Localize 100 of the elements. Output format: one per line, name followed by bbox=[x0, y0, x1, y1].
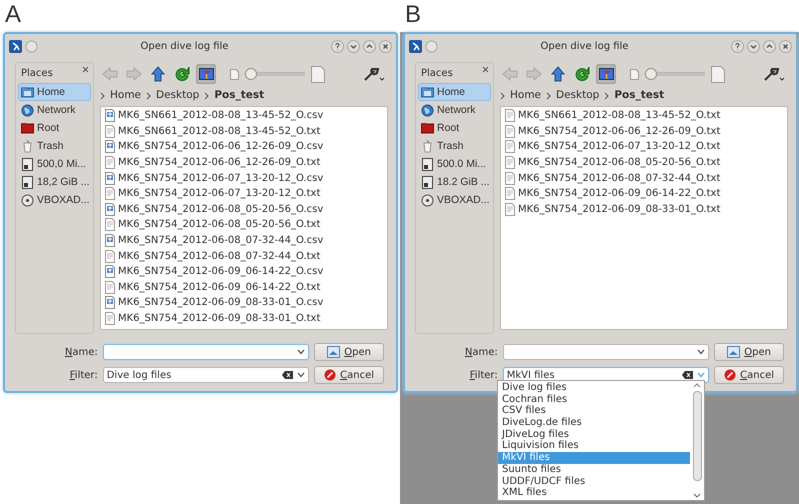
breadcrumb-item[interactable]: Pos_test bbox=[614, 88, 664, 104]
minimize-icon[interactable] bbox=[347, 40, 360, 52]
up-button[interactable] bbox=[548, 64, 568, 84]
places-item[interactable]: 500.0 Mi... bbox=[418, 155, 491, 173]
breadcrumb-item[interactable]: Pos_test bbox=[214, 88, 264, 104]
caret-icon bbox=[297, 372, 306, 378]
up-button[interactable] bbox=[148, 64, 168, 84]
file-item[interactable]: MK6_SN754_2012-06-09_08-33-01_O.txt bbox=[118, 311, 320, 326]
places-item[interactable]: VBOXAD... bbox=[18, 191, 91, 209]
field-label: Name: bbox=[464, 346, 498, 360]
close-icon[interactable] bbox=[82, 66, 89, 73]
name-field[interactable] bbox=[102, 344, 310, 360]
file-item[interactable]: MK6_SN754_2012-06-09_06-14-22_O.csv bbox=[118, 264, 324, 280]
file-item[interactable]: MK6_SN754_2012-06-09_08-33-01_O.txt bbox=[518, 202, 720, 217]
open-button[interactable]: Open bbox=[714, 343, 784, 361]
preview-toggle[interactable] bbox=[596, 64, 616, 84]
app-icon bbox=[409, 40, 422, 52]
places-item[interactable]: Root bbox=[18, 119, 91, 137]
cancel-button[interactable]: Cancel bbox=[314, 366, 384, 384]
text-file-icon bbox=[504, 156, 515, 170]
cancel-button[interactable]: Cancel bbox=[714, 366, 784, 384]
breadcrumb-item[interactable]: Home bbox=[510, 88, 542, 104]
drive-icon bbox=[421, 176, 434, 188]
file-item[interactable]: MK6_SN754_2012-06-09_06-14-22_O.txt bbox=[118, 280, 320, 295]
dropdown-option[interactable]: JDiveLog files bbox=[498, 428, 690, 440]
breadcrumb-item[interactable]: Desktop bbox=[556, 88, 600, 104]
window-title: Open dive log file bbox=[540, 40, 630, 54]
trash-icon bbox=[21, 140, 34, 152]
large-page-icon bbox=[711, 66, 725, 82]
caret-icon bbox=[697, 372, 706, 378]
dropdown-option[interactable]: UDDF/UDCF files bbox=[498, 476, 690, 488]
places-item[interactable]: Trash bbox=[418, 137, 491, 155]
file-item[interactable]: MK6_SN754_2012-06-08_07-32-44_O.txt bbox=[518, 170, 720, 186]
scrollbar[interactable] bbox=[690, 381, 704, 500]
small-page-icon bbox=[230, 68, 239, 80]
file-item[interactable]: MK6_SN754_2012-06-06_12-26-09_O.txt bbox=[518, 124, 720, 139]
cancel-icon bbox=[324, 369, 336, 381]
maximize-icon[interactable] bbox=[363, 40, 376, 52]
chevron-icon bbox=[546, 92, 552, 100]
maximize-icon[interactable] bbox=[763, 40, 776, 52]
clear-icon[interactable] bbox=[682, 371, 694, 379]
help-icon[interactable] bbox=[331, 40, 344, 52]
places-item[interactable]: Network bbox=[418, 101, 491, 119]
open-button[interactable]: Open bbox=[314, 343, 384, 361]
close-icon[interactable] bbox=[779, 40, 792, 52]
app-icon bbox=[9, 40, 22, 52]
file-item[interactable]: MK6_SN754_2012-06-08_05-20-56_O.csv bbox=[118, 202, 324, 217]
minimize-icon[interactable] bbox=[747, 40, 760, 52]
dropdown-option[interactable]: XML files bbox=[498, 487, 690, 499]
right-arrow-icon bbox=[526, 67, 542, 81]
file-item[interactable]: MK6_SN754_2012-06-09_08-33-01_O.csv bbox=[118, 295, 324, 310]
up-caret-icon bbox=[693, 383, 701, 388]
left-arrow-icon bbox=[102, 67, 118, 81]
close-icon[interactable] bbox=[482, 66, 489, 73]
dropdown-option[interactable]: Cochran files bbox=[498, 394, 690, 406]
file-item[interactable]: MK6_SN754_2012-06-06_12-26-09_O.csv bbox=[118, 139, 324, 154]
breadcrumb-item[interactable]: Desktop bbox=[156, 88, 200, 104]
spreadsheet-file-icon bbox=[104, 234, 115, 248]
dropdown-option[interactable]: Suunto files bbox=[498, 464, 690, 476]
file-item[interactable]: MK6_SN661_2012-08-08_13-45-52_O.csv bbox=[118, 108, 324, 124]
file-item[interactable]: MK6_SN754_2012-06-06_12-26-09_O.txt bbox=[118, 155, 320, 170]
file-item[interactable]: MK6_SN661_2012-08-08_13-45-52_O.txt bbox=[518, 108, 720, 124]
dropdown-option[interactable]: DiveLog.de files bbox=[498, 417, 690, 429]
file-item[interactable]: MK6_SN754_2012-06-07_13-20-12_O.csv bbox=[118, 170, 324, 186]
filter-combobox[interactable]: Dive log files bbox=[102, 367, 310, 383]
places-item[interactable]: Network bbox=[18, 101, 91, 119]
field-label: Filter: bbox=[68, 368, 98, 382]
right-arrow-icon bbox=[126, 67, 142, 81]
places-item[interactable]: 18,2 GiB ... bbox=[18, 173, 91, 191]
dropdown-option[interactable]: Dive log files bbox=[498, 382, 690, 394]
file-item[interactable]: MK6_SN754_2012-06-08_07-32-44_O.csv bbox=[118, 233, 324, 248]
places-item[interactable]: Home bbox=[418, 83, 491, 101]
places-item[interactable]: 500,0 Mi... bbox=[18, 155, 91, 173]
text-file-icon bbox=[504, 202, 515, 216]
name-field[interactable] bbox=[502, 344, 710, 360]
help-icon[interactable] bbox=[731, 40, 744, 52]
file-item[interactable]: MK6_SN754_2012-06-09_06-14-22_O.txt bbox=[518, 186, 720, 202]
dropdown-option[interactable]: Liquivision files bbox=[498, 440, 690, 452]
dropdown-option[interactable]: CSV files bbox=[498, 405, 690, 418]
file-item[interactable]: MK6_SN754_2012-06-08_05-20-56_O.txt bbox=[118, 217, 320, 232]
left-arrow-icon bbox=[502, 67, 518, 81]
places-item[interactable]: Home bbox=[18, 83, 91, 101]
file-item[interactable]: MK6_SN661_2012-08-08_13-45-52_O.txt bbox=[118, 124, 320, 139]
places-item[interactable]: VBOXAD... bbox=[418, 191, 491, 209]
file-item[interactable]: MK6_SN754_2012-06-08_05-20-56_O.txt bbox=[518, 155, 720, 170]
close-icon[interactable] bbox=[379, 40, 392, 52]
clear-icon[interactable] bbox=[282, 371, 294, 379]
file-item[interactable]: MK6_SN754_2012-06-08_07-32-44_O.txt bbox=[118, 248, 320, 264]
places-item[interactable]: Root bbox=[418, 119, 491, 137]
folder-icon bbox=[21, 122, 34, 134]
file-item[interactable]: MK6_SN754_2012-06-07_13-20-12_O.txt bbox=[118, 186, 320, 202]
places-item[interactable]: Trash bbox=[18, 137, 91, 155]
breadcrumb-item[interactable]: Home bbox=[110, 88, 142, 104]
down-caret-icon bbox=[693, 493, 701, 498]
spreadsheet-file-icon bbox=[104, 109, 115, 122]
preview-toggle[interactable] bbox=[196, 64, 216, 84]
places-item[interactable]: 18.2 GiB ... bbox=[418, 173, 491, 191]
spreadsheet-file-icon bbox=[104, 202, 115, 216]
file-item[interactable]: MK6_SN754_2012-06-07_13-20-12_O.txt bbox=[518, 139, 720, 154]
trash-icon bbox=[421, 140, 434, 152]
